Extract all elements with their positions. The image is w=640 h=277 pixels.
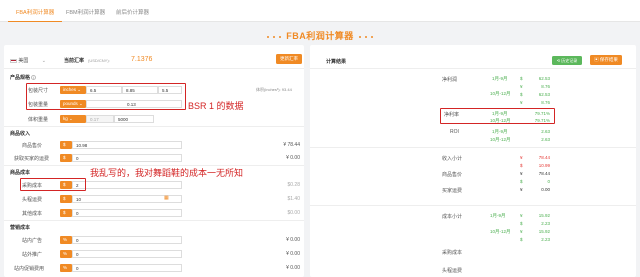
freight-result-label: 头程运费 <box>442 268 463 274</box>
income-value: 10.99 <box>538 163 550 168</box>
net-profit-value: 8.76 <box>541 100 550 105</box>
coupon-total: ¥ 0.00 <box>286 265 300 271</box>
price-currency: $ <box>60 141 72 149</box>
other-total: $0.00 <box>287 210 300 216</box>
cost-highlight-box <box>20 178 86 191</box>
ads-pct: % <box>60 236 72 244</box>
buyer-ship-input[interactable]: 0 <box>72 154 182 162</box>
promo-input[interactable]: 0 <box>72 250 182 258</box>
cost-value: 15.92 <box>538 229 550 234</box>
period-oct-dec: 10月-12月 <box>490 91 511 96</box>
tab-price-calculator[interactable]: 前后价计算器 <box>108 0 157 22</box>
coupon-input[interactable]: 0 <box>72 264 182 272</box>
ship-total: ¥ 0.00 <box>286 155 300 161</box>
volume-note: 体积(inches³): 93.44 <box>256 87 292 92</box>
vol-weight-label: 体积重量 <box>28 117 49 123</box>
ship-currency: $ <box>60 154 72 162</box>
tab-fbm-calculator[interactable]: FBM利润计算器 <box>58 0 113 22</box>
other-currency: $ <box>60 209 72 217</box>
rate-label: 当前汇率 <box>64 58 85 64</box>
guess-annotation: 我乱写的，我对舞蹈鞋的成本一无所知 <box>90 168 244 178</box>
ads-total: ¥ 0.00 <box>286 237 300 243</box>
update-rate-button[interactable]: 更新汇率 <box>276 54 302 64</box>
margin-label: 净利率 <box>444 112 460 118</box>
roi-value: 2.63 <box>541 137 550 142</box>
price-result-value: 78.44 <box>538 171 550 176</box>
freight-total: $1.40 <box>287 196 300 202</box>
results-heading: 计算结果 <box>326 59 347 65</box>
cost-value: 2.23 <box>541 221 550 226</box>
margin-value: 79.71% <box>534 111 550 116</box>
price-input[interactable]: 10.98 <box>72 141 182 149</box>
buyer-ship-result-value: 0.00 <box>541 187 550 192</box>
cost-heading: 商品成本 <box>10 170 31 176</box>
product-spec-heading: 产品规格 i <box>10 74 37 81</box>
purchase-total: $0.28 <box>287 182 300 188</box>
roi-label: ROI <box>450 129 459 135</box>
buyer-ship-result-label: 买家运费 <box>442 188 463 194</box>
cost-value: 15.92 <box>538 213 550 218</box>
info-icon: i <box>31 75 37 81</box>
tab-bar: FBA利润计算器 FBM利润计算器 前后价计算器 <box>0 0 640 22</box>
calculator-icon[interactable]: ▦ <box>164 195 169 201</box>
price-label: 商品售价 <box>22 143 43 149</box>
roi-value: 2.63 <box>541 129 550 134</box>
save-icon: ▣ <box>594 57 599 62</box>
rate-value: 7.1376 <box>131 56 153 63</box>
save-result-button[interactable]: ▣ 保存结果 <box>590 55 622 65</box>
price-total: ¥ 78.44 <box>283 142 300 148</box>
freight-currency: $ <box>60 195 72 203</box>
coupon-label: 站内促销费用 <box>14 266 45 272</box>
country-select[interactable]: 美国 ⌄ <box>10 57 46 64</box>
marketing-heading: 营销成本 <box>10 225 31 231</box>
buyer-ship-label: 获取买家的运费 <box>14 156 50 162</box>
us-flag-icon <box>10 58 17 63</box>
vol-unit-select[interactable]: kg ⌄ <box>60 115 86 123</box>
cost-total-label: 成本小计 <box>442 214 463 220</box>
cost-period: 10月-12月 <box>490 229 511 234</box>
net-profit-label: 净利润 <box>442 77 458 83</box>
freight-label: 头程运费 <box>22 197 43 203</box>
vol-divisor-input[interactable]: 5000 <box>114 115 154 123</box>
bsr-annotation: BSR 1 的数据 <box>188 101 244 111</box>
history-icon: ⟲ <box>556 58 561 63</box>
results-panel: 计算结果 ⟲ 历史记录 ▣ 保存结果 净利润 1月-9月 10月-12月 $62… <box>310 45 636 277</box>
rate-unit: (USD/CNY): <box>88 58 110 63</box>
other-cost-input[interactable]: 0 <box>72 209 182 217</box>
purchase-result-label: 采购成本 <box>442 250 463 256</box>
promo-pct: % <box>60 250 72 258</box>
tab-fba-calculator[interactable]: FBA利润计算器 <box>8 0 63 22</box>
period-jan-sep: 1月-9月 <box>492 76 508 81</box>
cost-value: 2.23 <box>541 237 550 242</box>
net-profit-value: 62.53 <box>538 92 550 97</box>
promo-label: 站外推广 <box>22 252 43 258</box>
promo-total: ¥ 0.00 <box>286 251 300 257</box>
page-title: FBA利润计算器 <box>0 29 640 42</box>
purchase-input[interactable]: 2 <box>72 181 182 189</box>
ads-input[interactable]: 0 <box>72 236 182 244</box>
vol-weight-value: 0.17 <box>86 115 114 123</box>
history-button[interactable]: ⟲ 历史记录 <box>552 56 582 65</box>
income-heading: 商品收入 <box>10 131 31 137</box>
margin-value: 79.71% <box>534 118 550 123</box>
income-value: 78.44 <box>538 155 550 160</box>
other-cost-label: 其他成本 <box>22 211 43 217</box>
ads-label: 站内广告 <box>22 238 43 244</box>
bsr-highlight-box <box>26 83 186 110</box>
net-profit-value: 62.53 <box>538 76 550 81</box>
income-total-label: 收入小计 <box>442 156 463 162</box>
input-panel: 美国 ⌄ 当前汇率 (USD/CNY): 7.1376 更新汇率 产品规格 i 包… <box>4 45 304 277</box>
chevron-down-icon: ⌄ <box>41 58 46 64</box>
price-result-label: 商品售价 <box>442 172 463 178</box>
coupon-pct: % <box>60 264 72 272</box>
net-profit-value: 8.76 <box>541 84 550 89</box>
